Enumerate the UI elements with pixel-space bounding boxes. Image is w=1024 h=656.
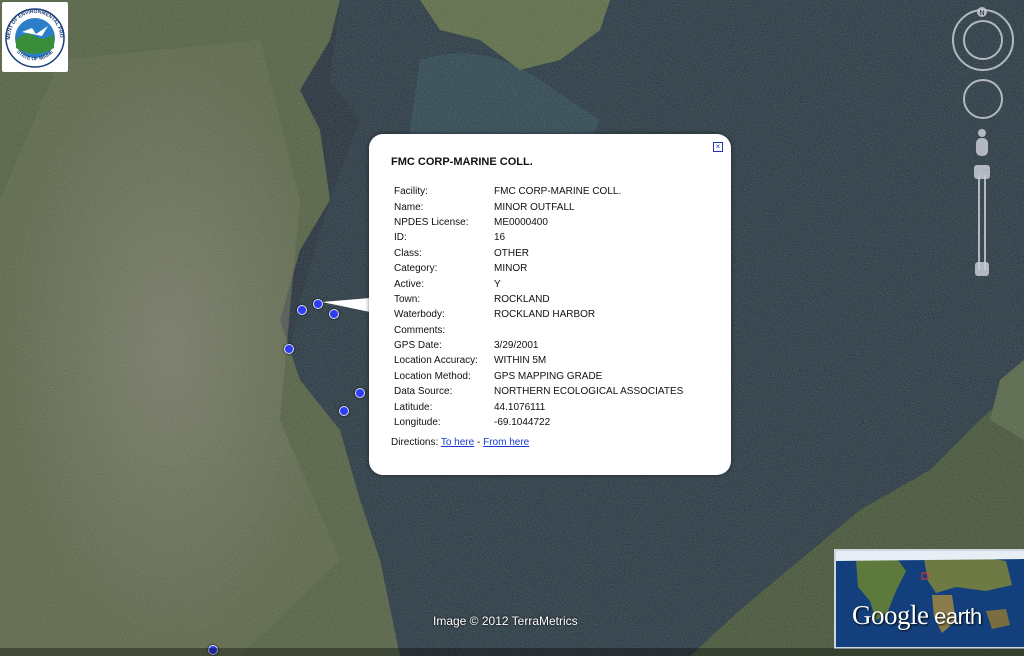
info-row: Data Source: NORTHERN ECOLOGICAL ASSOCIAT…: [394, 384, 683, 399]
balloon-title: FMC CORP-MARINE COLL.: [391, 156, 533, 168]
info-row: Waterbody: ROCKLAND HARBOR: [394, 307, 683, 322]
info-row: NPDES License: ME0000400: [394, 215, 683, 230]
directions-separator: -: [474, 437, 484, 448]
info-key: Waterbody:: [394, 309, 445, 321]
info-row: Comments:: [394, 323, 683, 338]
info-row: Active: Y: [394, 276, 683, 291]
info-value: FMC CORP-MARINE COLL.: [494, 186, 622, 198]
info-key: Location Accuracy:: [394, 355, 478, 367]
info-key: Category:: [394, 263, 438, 275]
info-value: MINOR: [494, 263, 528, 275]
info-value: -69.1044722: [494, 417, 551, 429]
directions-row: Directions: To here - From here: [391, 437, 529, 448]
from-here-link[interactable]: From here: [483, 437, 529, 448]
info-value: Y: [494, 278, 501, 290]
info-row: Category: MINOR: [394, 261, 683, 276]
info-value: OTHER: [494, 247, 529, 259]
info-key: Comments:: [394, 324, 446, 336]
info-row: Location Method: GPS MAPPING GRADE: [394, 369, 683, 384]
info-key: Latitude:: [394, 401, 433, 413]
image-attribution: Image © 2012 TerraMetrics: [433, 614, 578, 628]
info-key: GPS Date:: [394, 340, 442, 352]
close-icon[interactable]: ×: [713, 142, 723, 152]
info-key: Location Method:: [394, 370, 471, 382]
overview-map[interactable]: Google earth: [834, 549, 1024, 649]
info-balloon: × FMC CORP-MARINE COLL. Facility: FMC COR…: [369, 134, 731, 475]
info-key: NPDES License:: [394, 216, 469, 228]
info-row: Class: OTHER: [394, 246, 683, 261]
info-key: ID:: [394, 232, 407, 244]
info-row: Longitude: -69.1044722: [394, 415, 683, 430]
info-row: ID: 16: [394, 230, 683, 245]
info-value: ROCKLAND HARBOR: [494, 309, 596, 321]
info-value: 16: [494, 232, 506, 244]
info-key: Class:: [394, 247, 422, 259]
info-row: Facility: FMC CORP-MARINE COLL.: [394, 184, 683, 199]
info-key: Facility:: [394, 186, 428, 198]
info-row: Town: ROCKLAND: [394, 292, 683, 307]
directions-label: Directions:: [391, 437, 441, 448]
info-row: Location Accuracy: WITHIN 5M: [394, 353, 683, 368]
info-key: Town:: [394, 293, 421, 305]
info-value: ROCKLAND: [494, 293, 550, 305]
info-value: WITHIN 5M: [494, 355, 547, 367]
info-key: Longitude:: [394, 417, 441, 429]
facility-info-table: Facility: FMC CORP-MARINE COLL. Name: MINOR…: [394, 184, 683, 430]
info-value: GPS MAPPING GRADE: [494, 370, 603, 382]
info-row: Latitude: 44.1076111: [394, 399, 683, 414]
to-here-link[interactable]: To here: [441, 437, 474, 448]
info-key: Name:: [394, 201, 424, 213]
info-value: 44.1076111: [494, 401, 546, 413]
info-value: ME0000400: [494, 216, 548, 228]
info-row: GPS Date: 3/29/2001: [394, 338, 683, 353]
info-value: MINOR OUTFALL: [494, 201, 575, 213]
info-value: [494, 323, 683, 338]
info-key: Active:: [394, 278, 425, 290]
status-bar: [0, 648, 1024, 656]
info-value: 3/29/2001: [494, 340, 539, 352]
info-value: NORTHERN ECOLOGICAL ASSOCIATES: [494, 386, 684, 398]
info-row: Name: MINOR OUTFALL: [394, 199, 683, 214]
google-earth-logo: Google earth: [852, 600, 982, 630]
info-key: Data Source:: [394, 386, 453, 398]
